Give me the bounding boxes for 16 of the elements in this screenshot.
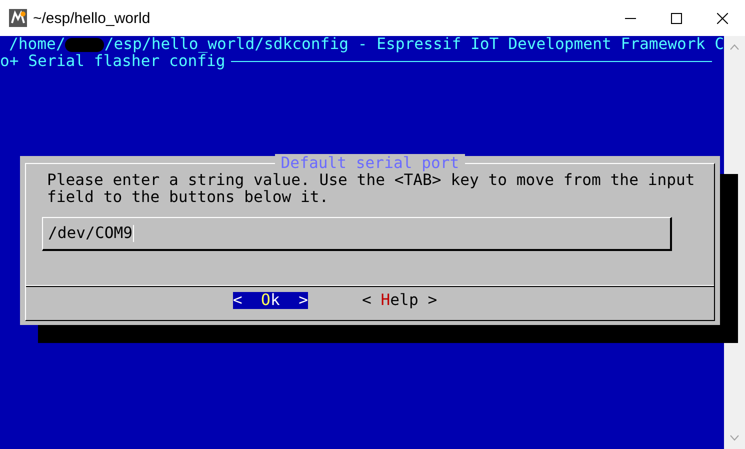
dialog-title: Default serial port (274, 154, 466, 172)
window-title: ~/esp/hello_world (33, 10, 152, 26)
dialog-button[interactable]: < Ok > (232, 292, 308, 309)
dialog-message: Please enter a string value. Use the <TAB> key to move from the input field to the buttons below it. (47, 172, 696, 206)
app-logo-icon (9, 9, 27, 27)
breadcrumb-text: o+ Serial flasher config (0, 53, 226, 70)
scrollbar[interactable] (724, 36, 745, 449)
redaction-mark (65, 38, 104, 52)
close-icon (716, 12, 728, 24)
header-text: /esp/hello_world/sdkconfig - Espressif IoT Development Framework C (104, 36, 724, 53)
scroll-down-icon[interactable] (730, 435, 739, 441)
scroll-up-icon[interactable] (730, 44, 739, 50)
input-field[interactable]: /dev/COM9 (42, 217, 672, 251)
header-text: /home/ (9, 36, 66, 53)
maximize-icon (670, 12, 682, 24)
dialog-button[interactable]: < Help > (362, 292, 438, 309)
